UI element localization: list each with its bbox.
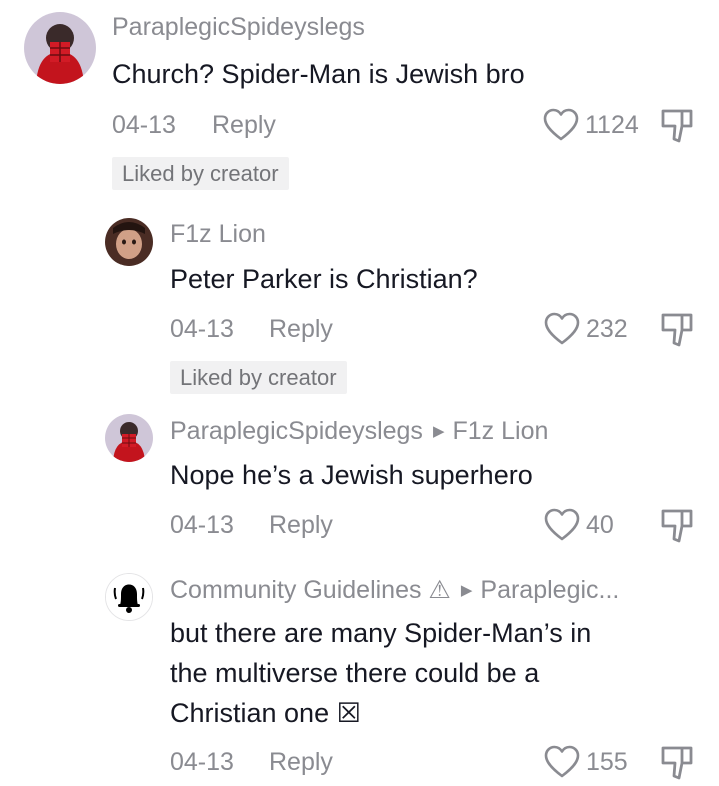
reply-arrow-icon: ▶ [432,423,445,440]
comment-author[interactable]: ParaplegicSpideyslegs [170,417,423,445]
dislike-button[interactable] [660,312,694,353]
reply-button[interactable]: Reply [269,315,333,344]
liked-by-creator-badge: Liked by creator [112,157,289,190]
reply-button[interactable]: Reply [212,111,276,140]
comment-text: but there are many Spider-Man’s in the m… [170,613,591,733]
comment-date: 04-13 [170,511,234,539]
comment-text-line: Christian one ☒ [170,698,361,728]
like-button[interactable]: 155 [544,745,628,779]
like-count: 1124 [585,110,639,139]
comment-username[interactable]: ParaplegicSpideyslegs [112,13,365,42]
comment-date: 04-13 [170,315,234,343]
like-button[interactable]: 40 [544,508,614,542]
liked-by-creator-badge: Liked by creator [170,361,347,394]
reply-to-user[interactable]: Paraplegic... [480,576,619,604]
heart-icon [543,108,579,141]
comment-text: Nope he’s a Jewish superhero [170,460,533,490]
avatar[interactable] [105,573,153,621]
dislike-button[interactable] [660,508,694,549]
comment-date: 04-13 [170,748,234,776]
reply-to-user[interactable]: F1z Lion [452,417,548,445]
comment-author[interactable]: Community Guidelines ⚠ [170,576,451,604]
dislike-button[interactable] [660,108,694,149]
thumbs-down-icon [661,746,693,780]
comment-text-line: the multiverse there could be a [170,658,540,688]
avatar[interactable] [24,12,96,84]
reply-arrow-icon: ▶ [460,582,473,599]
thumbs-down-icon [661,109,693,143]
comment-username[interactable]: Community Guidelines ⚠ ▶ Paraplegic... [170,575,619,605]
comment-text: Peter Parker is Christian? [170,264,478,294]
thumbs-down-icon [661,509,693,543]
like-button[interactable]: 1124 [543,108,639,142]
like-count: 232 [586,314,628,343]
comment-date: 04-13 [112,111,176,139]
reply-button[interactable]: Reply [269,748,333,777]
like-count: 155 [586,747,628,776]
thumbs-down-icon [661,313,693,347]
heart-icon [544,508,580,541]
dislike-button[interactable] [660,745,694,786]
heart-icon [544,312,580,345]
comment-username[interactable]: F1z Lion [170,220,266,249]
avatar[interactable] [105,414,153,462]
like-button[interactable]: 232 [544,312,628,346]
comment-username[interactable]: ParaplegicSpideyslegs ▶ F1z Lion [170,417,548,446]
like-count: 40 [586,510,614,539]
avatar[interactable] [105,218,153,266]
comment-text: Church? Spider-Man is Jewish bro [112,59,525,89]
comment-text-line: but there are many Spider-Man’s in [170,618,592,648]
heart-icon [544,745,580,778]
reply-button[interactable]: Reply [269,511,333,540]
